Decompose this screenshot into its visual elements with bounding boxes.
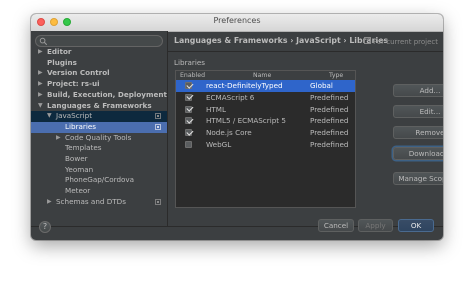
sidebar-item-meteor[interactable]: Meteor — [31, 186, 167, 197]
chevron-right-icon[interactable]: ▶ — [38, 68, 43, 79]
table-row[interactable]: Node.js Core Predefined — [176, 127, 355, 139]
title-bar: Preferences — [31, 14, 443, 32]
table-row[interactable]: HTML5 / ECMAScript 5 Predefined — [176, 115, 355, 127]
chevron-down-icon[interactable]: ▼ — [38, 101, 43, 112]
chevron-right-icon[interactable]: ▶ — [38, 79, 43, 90]
scope-note: For current project — [364, 37, 438, 46]
sidebar-item-label: Version Control — [47, 68, 110, 78]
sidebar-item-version-control[interactable]: ▶ Version Control — [31, 68, 167, 79]
column-header-name[interactable]: Name — [253, 71, 271, 80]
download-button[interactable]: Download... — [393, 147, 443, 160]
enabled-checkbox[interactable] — [185, 82, 192, 89]
sidebar-item-plugins[interactable]: Plugins — [31, 58, 167, 69]
chevron-right-icon[interactable]: ▶ — [38, 47, 43, 58]
project-scope-icon — [155, 198, 161, 205]
table-row[interactable]: HTML Predefined — [176, 104, 355, 116]
table-row[interactable]: react-DefinitelyTyped Global — [176, 80, 355, 92]
sidebar-item-label: Build, Execution, Deployment — [47, 89, 167, 99]
project-scope-icon — [364, 37, 372, 44]
sidebar-item-javascript[interactable]: ▼ JavaScript — [31, 111, 167, 122]
chevron-right-icon[interactable]: ▶ — [47, 197, 52, 208]
sidebar-item-label: Yeoman — [65, 164, 94, 174]
remove-button[interactable]: Remove — [393, 126, 443, 139]
apply-button[interactable]: Apply — [358, 219, 393, 232]
chevron-right-icon[interactable]: ▶ — [56, 133, 61, 144]
scope-note-label: For current project — [373, 38, 438, 46]
sidebar-item-build-execution-deployment[interactable]: ▶ Build, Execution, Deployment — [31, 90, 167, 101]
library-type: Predefined — [310, 116, 349, 126]
preferences-window: Preferences ▶ Editor Plugins ▶ Version C… — [31, 14, 443, 240]
sidebar-item-label: Plugins — [47, 57, 77, 67]
help-button[interactable]: ? — [39, 221, 51, 233]
library-name: react-DefinitelyTyped — [206, 81, 283, 90]
library-name: ECMAScript 6 — [206, 92, 255, 102]
sidebar-item-label: Languages & Frameworks — [47, 100, 152, 110]
sidebar-item-phonegap-cordova[interactable]: PhoneGap/Cordova — [31, 175, 167, 186]
libraries-table: Enabled Name Type react-DefinitelyTyped … — [175, 70, 356, 208]
window-title: Preferences — [213, 16, 261, 25]
sidebar-item-languages-frameworks[interactable]: ▼ Languages & Frameworks — [31, 101, 167, 112]
sidebar-item-label: JavaScript — [56, 111, 93, 121]
sidebar-item-bower[interactable]: Bower — [31, 154, 167, 165]
library-name: Node.js Core — [206, 128, 252, 138]
project-scope-icon — [155, 113, 161, 120]
add-button[interactable]: Add... — [393, 84, 443, 97]
sidebar-item-label: PhoneGap/Cordova — [65, 175, 135, 185]
table-row[interactable]: ECMAScript 6 Predefined — [176, 92, 355, 104]
sidebar-item-schemas-and-dtds[interactable]: ▶ Schemas and DTDs — [31, 197, 167, 208]
library-name: HTML — [206, 104, 227, 114]
enabled-checkbox[interactable] — [185, 117, 192, 125]
sidebar-item-label: Editor — [47, 47, 72, 56]
column-header-type[interactable]: Type — [329, 71, 343, 80]
sidebar-item-label: Bower — [65, 154, 88, 163]
sidebar-item-libraries[interactable]: Libraries — [31, 121, 167, 133]
sidebar-item-yeoman[interactable]: Yeoman — [31, 165, 167, 176]
sidebar-item-label: Schemas and DTDs — [56, 196, 126, 206]
chevron-right-icon[interactable]: ▶ — [38, 90, 43, 101]
library-type: Global — [310, 81, 333, 90]
library-type: Predefined — [310, 128, 349, 138]
manage-scopes-button[interactable]: Manage Scopes... — [393, 172, 443, 185]
library-type: Predefined — [310, 140, 349, 149]
enabled-checkbox[interactable] — [185, 129, 192, 137]
breadcrumb: Languages & Frameworks › JavaScript › Li… — [174, 36, 389, 45]
sidebar-item-label: Project: rs-ui — [47, 79, 100, 89]
sidebar-item-label: Code Quality Tools — [65, 132, 132, 142]
cancel-button[interactable]: Cancel — [318, 219, 354, 232]
column-header-enabled[interactable]: Enabled — [180, 71, 205, 80]
sidebar-item-project[interactable]: ▶ Project: rs-ui — [31, 79, 167, 90]
sidebar-item-label: Libraries — [65, 121, 97, 131]
enabled-checkbox[interactable] — [185, 105, 192, 113]
library-type: Predefined — [310, 92, 349, 102]
project-scope-icon — [155, 123, 161, 130]
sidebar-item-label: Meteor — [65, 186, 91, 196]
libraries-panel: Languages & Frameworks › JavaScript › Li… — [168, 31, 443, 227]
header-divider — [168, 51, 443, 52]
sidebar-item-label: Templates — [65, 143, 102, 153]
library-type: Predefined — [310, 104, 349, 114]
settings-sidebar: ▶ Editor Plugins ▶ Version Control ▶ Pro… — [31, 31, 168, 227]
ok-button[interactable]: OK — [398, 219, 434, 232]
search-input[interactable] — [35, 35, 163, 47]
table-row[interactable]: WebGL Predefined — [176, 139, 355, 151]
sidebar-item-code-quality-tools[interactable]: ▶ Code Quality Tools — [31, 133, 167, 144]
enabled-checkbox[interactable] — [185, 141, 192, 148]
library-name: HTML5 / ECMAScript 5 — [206, 116, 286, 126]
library-name: WebGL — [206, 140, 232, 149]
sidebar-item-templates[interactable]: Templates — [31, 143, 167, 154]
edit-button[interactable]: Edit... — [393, 105, 443, 118]
chevron-down-icon[interactable]: ▼ — [47, 111, 52, 122]
section-title: Libraries — [174, 58, 206, 67]
search-icon — [39, 37, 48, 46]
sidebar-item-editor[interactable]: ▶ Editor — [31, 47, 167, 58]
enabled-checkbox[interactable] — [185, 93, 192, 101]
